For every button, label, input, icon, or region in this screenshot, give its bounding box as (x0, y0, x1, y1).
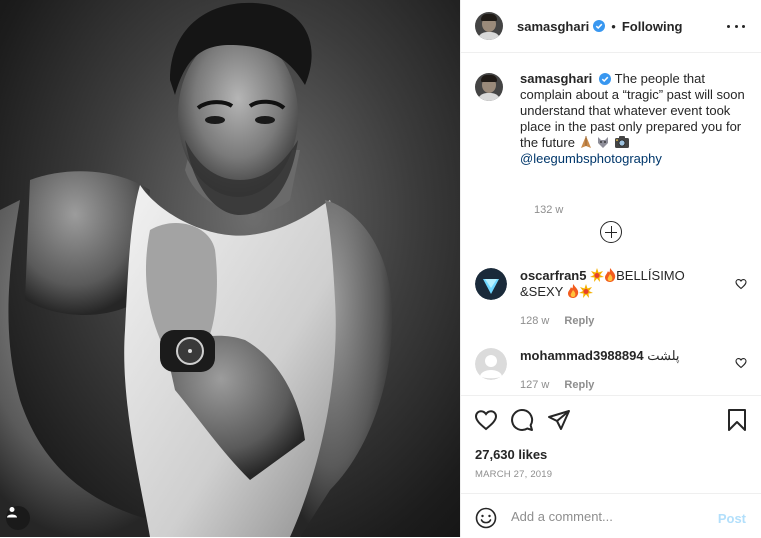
dot-icon (727, 24, 730, 28)
commenter-avatar[interactable] (475, 348, 507, 380)
comment-meta: 127 w Reply (520, 379, 606, 391)
camera-icon (614, 136, 629, 148)
comments-section[interactable]: samasghari The people that complain abou… (461, 53, 761, 395)
commenter-avatar[interactable] (475, 268, 507, 300)
post-comment-button[interactable]: Post (718, 511, 746, 526)
verified-badge-icon (599, 73, 612, 85)
author-username[interactable]: samasghari (517, 19, 589, 34)
like-comment-heart-icon[interactable] (735, 278, 747, 290)
photographer-mention-link[interactable]: @leegumbsphotography (520, 151, 662, 166)
dot-icon (734, 24, 738, 28)
comment-timestamp[interactable]: 128 w (520, 315, 549, 327)
more-options-button[interactable] (727, 18, 745, 34)
comment-meta: 128 w Reply (520, 315, 606, 327)
commenter-username[interactable]: oscarfran5 (520, 268, 586, 283)
header-separator: • (611, 18, 616, 34)
wolf-icon (598, 137, 609, 148)
add-comment-bar: Post (461, 493, 761, 538)
portrait-illustration (0, 2, 393, 537)
post-header: samasghari • Following (461, 0, 761, 53)
caption-avatar[interactable] (475, 73, 503, 101)
comment-timestamp[interactable]: 127 w (520, 379, 549, 391)
collision-icon (578, 284, 593, 298)
folded-hands-icon (580, 136, 591, 148)
verified-badge-icon (593, 20, 606, 32)
person-icon (7, 507, 17, 518)
emoji-picker-icon[interactable] (475, 507, 497, 529)
heart-gradient-avatar-icon (475, 268, 507, 300)
dot-icon (742, 24, 745, 28)
fire-icon (605, 268, 616, 282)
comment-text: oscarfran5 BELLÍSIMO &SEXY (520, 268, 720, 300)
tagged-users-button[interactable] (6, 506, 30, 530)
default-avatar-icon (475, 348, 507, 380)
comment-input[interactable] (511, 505, 711, 527)
like-count[interactable]: 27,630 likes (475, 447, 547, 462)
post-date[interactable]: MARCH 27, 2019 (475, 469, 552, 480)
comment-text: mohammad3988894 پلشت (520, 348, 720, 364)
caption-username[interactable]: samasghari (520, 71, 592, 86)
like-heart-icon[interactable] (474, 408, 498, 432)
caption-timestamp[interactable]: 132 w (534, 204, 563, 216)
fire-icon (567, 284, 578, 298)
like-comment-heart-icon[interactable] (735, 357, 747, 369)
caption-text: samasghari The people that complain abou… (520, 71, 755, 167)
save-bookmark-icon[interactable] (726, 408, 748, 432)
reply-button[interactable]: Reply (564, 315, 594, 327)
reply-button[interactable]: Reply (564, 379, 594, 391)
post-photo[interactable] (0, 0, 460, 537)
post-actions: 27,630 likes MARCH 27, 2019 (461, 395, 761, 493)
author-avatar[interactable] (475, 12, 503, 40)
following-button[interactable]: Following (622, 19, 683, 34)
collision-icon (590, 268, 605, 282)
commenter-username[interactable]: mohammad3988894 (520, 348, 644, 363)
comment-bubble-icon[interactable] (510, 408, 534, 432)
post-side-panel: samasghari • Following samasghari The pe… (460, 0, 761, 537)
share-paper-plane-icon[interactable] (547, 408, 571, 432)
comment-message: پلشت (647, 348, 680, 363)
load-more-comments-button[interactable] (600, 221, 622, 243)
